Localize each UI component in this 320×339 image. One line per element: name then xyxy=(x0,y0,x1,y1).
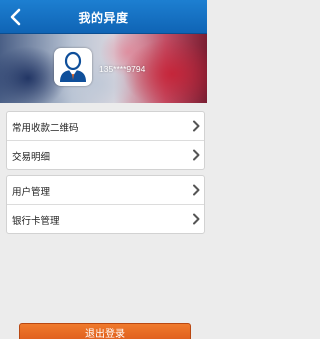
page-title: 我的异度 xyxy=(78,11,129,25)
menu-item-label: 用户管理 xyxy=(12,187,51,198)
chevron-right-icon xyxy=(193,213,200,225)
menu-group-primary: 常用收款二维码 交易明细 xyxy=(6,111,205,170)
chevron-right-icon xyxy=(193,120,200,132)
menu-item-transactions[interactable]: 交易明细 xyxy=(7,141,204,170)
menu-item-qr-code[interactable]: 常用收款二维码 xyxy=(7,112,204,141)
user-icon xyxy=(60,51,86,82)
menu-item-label: 银行卡管理 xyxy=(12,216,60,227)
menu-group-management: 用户管理 银行卡管理 xyxy=(6,175,205,234)
menu-item-bank-cards[interactable]: 银行卡管理 xyxy=(7,205,204,234)
chevron-right-icon xyxy=(193,184,200,196)
menu-item-user-management[interactable]: 用户管理 xyxy=(7,176,204,205)
top-nav-bar: 我的异度 xyxy=(0,0,207,34)
phone-number: 135****9794 xyxy=(99,64,146,74)
avatar[interactable] xyxy=(54,48,92,86)
menu-item-label: 常用收款二维码 xyxy=(12,123,79,134)
chevron-right-icon xyxy=(193,149,200,161)
logout-button[interactable]: 退出登录 xyxy=(19,323,191,339)
menu-item-label: 交易明细 xyxy=(12,152,51,163)
